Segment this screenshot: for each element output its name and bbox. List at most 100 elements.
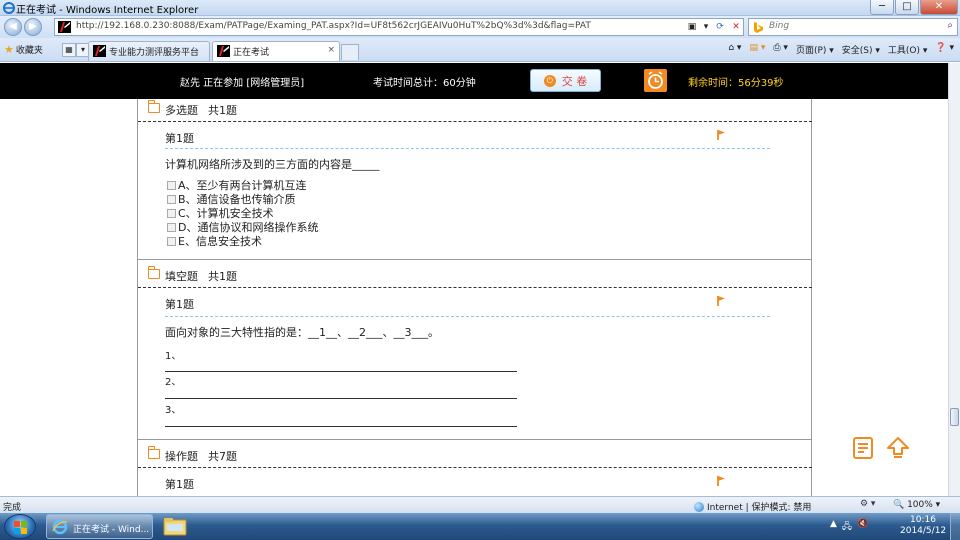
clock[interactable]: 10:16 2014/5/12: [900, 515, 946, 537]
favorites-label: 收藏夹: [15, 46, 43, 56]
clock-date: 2014/5/12: [900, 526, 947, 536]
question-number: 第1题: [165, 298, 194, 311]
address-bar-row: ◀ ▶ http://192.168.0.230:8088/Exam/PATPa…: [0, 16, 960, 38]
options-list: A、至少有两台计算机互连 B、通信设备也传输介质 C、计算机安全技术 D、通信协…: [167, 178, 318, 248]
section-count: 共1题: [208, 270, 237, 283]
action-center-icon[interactable]: ▲: [830, 519, 837, 535]
show-desktop-button[interactable]: [950, 513, 960, 540]
address-dropdown-icon[interactable]: ▾: [699, 20, 713, 34]
site-logo-icon: [217, 45, 230, 57]
checkbox[interactable]: [167, 208, 176, 218]
vertical-scrollbar[interactable]: [948, 63, 960, 496]
page-viewport: 赵先 正在参加 [网络管理员] 考试时间总计：60分钟 ⏻ 交 卷 剩余时间：5…: [0, 63, 948, 496]
taskbar-ie-button[interactable]: 正在考试 - Wind...: [46, 514, 153, 539]
flag-icon[interactable]: [716, 129, 726, 141]
globe-icon: [694, 501, 704, 512]
blank-answer-1[interactable]: [165, 371, 517, 372]
menu-safety[interactable]: 安全(S) ▾: [842, 43, 880, 56]
security-zone[interactable]: Internet | 保护模式: 禁用: [694, 500, 811, 513]
back-to-top-icon[interactable]: [886, 436, 910, 460]
submit-exam-button[interactable]: ⏻ 交 卷: [530, 69, 601, 92]
question-text: 面向对象的三大特性指的是：__1__、__2___、__3___。: [165, 326, 439, 339]
taskbar-ie-label: 正在考试 - Wind...: [73, 525, 150, 535]
site-logo-icon: [58, 21, 71, 33]
total-time: 考试时间总计：60分钟: [373, 78, 476, 89]
forward-button[interactable]: ▶: [24, 18, 42, 36]
feeds-icon[interactable]: ▤ ▾: [749, 43, 765, 56]
windows-logo-icon: [14, 521, 27, 534]
zoom-level[interactable]: 🔍 100% ▾: [893, 500, 940, 510]
section-header: 操作题 共7题: [138, 445, 812, 467]
favorites-button[interactable]: ★ 收藏夹: [4, 43, 43, 56]
tab-label: 正在考试: [233, 48, 270, 58]
minimize-button[interactable]: ─: [870, 0, 894, 15]
stop-icon[interactable]: ✕: [729, 20, 743, 34]
exam-paper: 多选题 共1题 第1题 计算机网络所涉及到的三方面的内容是_____ A、至少有…: [137, 99, 812, 496]
section-header: 填空题 共1题: [138, 265, 812, 287]
folder-icon: [147, 100, 160, 113]
remaining-time: 剩余时间：56分39秒: [688, 78, 784, 89]
question-header: 第1题: [138, 468, 812, 496]
print-icon[interactable]: ⎙ ▾: [773, 43, 788, 56]
flag-icon[interactable]: [716, 475, 726, 487]
menu-page[interactable]: 页面(P) ▾: [796, 43, 834, 56]
help-icon[interactable]: ❓ ▾: [935, 43, 954, 56]
option-e[interactable]: E、信息安全技术: [167, 234, 318, 248]
checkbox[interactable]: [167, 236, 176, 246]
power-icon: ⏻: [543, 74, 556, 87]
question-text: 计算机网络所涉及到的三方面的内容是_____: [165, 158, 380, 171]
option-b[interactable]: B、通信设备也传输介质: [167, 192, 318, 206]
search-icon[interactable]: ⌕: [947, 20, 953, 31]
flag-icon[interactable]: [716, 295, 726, 307]
exam-header: 赵先 正在参加 [网络管理员] 考试时间总计：60分钟 ⏻ 交 卷 剩余时间：5…: [0, 63, 948, 99]
file-explorer-icon[interactable]: [163, 516, 187, 536]
refresh-icon[interactable]: ⟳: [713, 20, 727, 34]
section-name: 多选题: [165, 104, 198, 117]
clock-time: 10:16: [910, 515, 936, 525]
zone-label: Internet | 保护模式: 禁用: [707, 503, 812, 513]
favorites-star-icon: ★: [4, 43, 14, 56]
alarm-clock-icon: [644, 69, 667, 92]
search-box[interactable]: Bing ⌕: [748, 18, 958, 36]
examinee-status: 赵先 正在参加 [网络管理员]: [180, 78, 305, 89]
side-tools: [852, 436, 910, 460]
blank-label-1: 1、: [165, 351, 182, 362]
tab-exam[interactable]: 正在考试 ×: [212, 41, 340, 61]
compatibility-view-icon[interactable]: ▣: [685, 20, 699, 34]
question-divider: [165, 148, 770, 149]
folder-icon: [147, 266, 160, 279]
section-name: 操作题: [165, 450, 198, 463]
network-icon[interactable]: 🖧: [842, 519, 852, 535]
checkbox[interactable]: [167, 180, 176, 190]
checkbox[interactable]: [167, 194, 176, 204]
blank-answer-2[interactable]: [165, 398, 517, 399]
section-count: 共7题: [208, 450, 237, 463]
option-d[interactable]: D、通信协议和网络操作系统: [167, 220, 318, 234]
back-button[interactable]: ◀: [4, 18, 22, 36]
close-tab-icon[interactable]: ×: [327, 45, 335, 55]
scrollbar-thumb[interactable]: [950, 408, 959, 426]
home-icon[interactable]: ⌂ ▾: [728, 43, 741, 56]
window-title: 正在考试 - Windows Internet Explorer: [16, 5, 199, 16]
question-number: 第1题: [165, 478, 194, 491]
answer-sheet-icon[interactable]: [852, 436, 874, 460]
volume-icon[interactable]: 🔇: [857, 519, 868, 535]
option-c[interactable]: C、计算机安全技术: [167, 206, 318, 220]
maximize-button[interactable]: □: [895, 0, 919, 15]
start-button[interactable]: [4, 514, 36, 539]
blank-answer-3[interactable]: [165, 426, 517, 427]
tab-platform[interactable]: 专业能力测评服务平台: [88, 41, 210, 61]
new-tab-button[interactable]: [341, 44, 359, 60]
status-text: 完成: [3, 503, 22, 513]
menu-tools[interactable]: 工具(O) ▾: [888, 43, 928, 56]
section-count: 共1题: [208, 104, 237, 117]
checkbox[interactable]: [167, 222, 176, 232]
option-a[interactable]: A、至少有两台计算机互连: [167, 178, 318, 192]
bing-logo-icon: [754, 22, 763, 33]
forward-arrow-icon: ▶: [29, 21, 37, 32]
protected-mode-icon[interactable]: ⚙ ▾: [860, 499, 875, 509]
close-window-button[interactable]: ✕: [920, 0, 958, 15]
address-field[interactable]: http://192.168.0.230:8088/Exam/PATPage/E…: [54, 18, 744, 36]
url-text: http://192.168.0.230:8088/Exam/PATPage/E…: [76, 21, 591, 31]
quick-tabs-icon[interactable]: ▦: [62, 43, 76, 57]
